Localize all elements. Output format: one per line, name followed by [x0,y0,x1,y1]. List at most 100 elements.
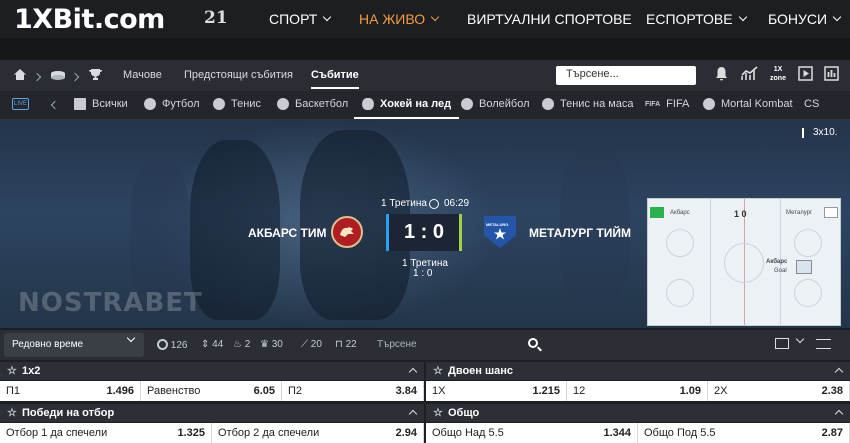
nav-bonuses[interactable]: БОНУСИ [768,11,842,27]
tab-mortal-kombat[interactable]: Mortal Kombat [703,98,793,110]
nav-esports[interactable]: ЕСПОРТОВЕ [646,11,747,27]
chevron-up-icon[interactable] [834,409,844,419]
collapse-all-icon[interactable] [816,339,831,349]
outcome-odds: 2.87 [821,427,843,439]
outcome-odds: 1.496 [106,385,134,397]
period-select[interactable]: Редовно време [4,333,144,357]
live-icon[interactable]: LIVE [12,98,29,110]
tab-table-tennis[interactable]: Тенис на маса [542,98,634,110]
breadcrumb-upcoming-events[interactable]: Предстоящи събития [184,69,293,81]
rink-tracker: Акбарс 1 0 Металург Акбарс Goal [647,198,841,326]
search-input[interactable]: Търсене... [556,66,696,85]
hockey-puck-icon[interactable] [50,68,66,82]
bell-icon[interactable] [715,66,728,84]
grid-icon [74,98,86,110]
watermark-logo: NOSTRABET [18,288,203,318]
tab-label: Хокей на лед [380,98,452,110]
chevron-down-icon [738,12,747,22]
odds-cell[interactable]: Отбор 1 да спечели 1.325 [0,423,212,443]
market-search-input[interactable]: Търсене [375,335,545,355]
filter-all-markets[interactable]: 126 [157,339,187,351]
tab-label: CS [804,98,820,110]
layout-columns-icon[interactable] [775,338,789,349]
target-icon [157,339,168,350]
goal-net-icon [796,260,812,274]
market-header-1x2[interactable]: ☆ 1x2 [0,362,424,380]
filter-stick[interactable]: ⟋ 20 [301,339,322,350]
nav-virtual-sports[interactable]: ВИРТУАЛНИ СПОРТОВЕ [467,11,632,27]
filter-goal[interactable]: ⊓ 22 [335,339,357,350]
rink-team1: Акбарс [670,210,690,216]
breadcrumb-event[interactable]: Събитие [311,69,359,89]
chevron-up-icon[interactable] [408,367,418,377]
zone-button[interactable]: 1X zone [768,65,788,85]
hockey-player-image [130,160,190,300]
outcome-label: Общо Под 5.5 [644,427,716,439]
rink-score: 1 0 [734,209,747,219]
star-icon[interactable]: ☆ [433,406,443,419]
tab-all[interactable]: Всички [74,98,128,110]
outcome-label: Равенство [147,385,201,397]
info-icon[interactable] [802,128,806,138]
tab-ice-hockey[interactable]: Хокей на лед [353,98,460,119]
filter-count: 20 [310,339,322,350]
outcome-odds: 1.215 [532,385,560,397]
outcome-label: 2X [714,385,728,397]
odds-cell[interactable]: Равенство 6.05 [141,381,282,401]
chevron-up-icon[interactable] [834,367,844,377]
video-play-icon[interactable] [798,66,813,84]
outcome-label: П2 [288,385,303,397]
period-top: 1 Третина [381,198,427,209]
site-logo[interactable]: 1XBit.com [14,4,165,35]
odds-cell[interactable]: 2X 2.38 [708,381,850,401]
star-icon[interactable]: ☆ [433,364,443,377]
basketball-icon [277,98,289,110]
chevron-up-icon[interactable] [408,409,418,419]
match-clock: 06:29 [444,198,470,209]
odds-cell[interactable]: П2 3.84 [282,381,424,401]
outcome-label: 1X [432,385,446,397]
tennis-ball-icon [213,98,225,110]
filter-hot[interactable]: ♨ 2 [233,339,250,350]
home-icon[interactable] [13,67,27,81]
tab-label: Волейбол [479,98,530,110]
team1-jersey-icon [650,207,664,218]
cup-icon: ♛ [260,339,269,350]
market-header-double-chance[interactable]: ☆ Двоен шанс [426,362,850,380]
tab-basketball[interactable]: Баскетбол [277,98,348,110]
faceoff-circle [794,229,822,257]
nav-live[interactable]: НА ЖИВО [359,11,440,27]
tab-cs[interactable]: CS [804,98,819,110]
market-header-total[interactable]: ☆ Общо [426,404,850,422]
breadcrumb-matches[interactable]: Мачове [123,69,162,81]
star-icon[interactable]: ☆ [7,364,17,377]
star-icon[interactable]: ☆ [7,406,17,419]
faceoff-circle [666,279,694,307]
tab-fifa[interactable]: FIFA FIFA [645,98,689,110]
nav-live-label: НА ЖИВО [359,11,426,27]
match-format: 3x10. [813,127,838,138]
chevron-down-icon [832,12,842,22]
search-icon[interactable] [528,338,538,348]
bar-chart-icon[interactable] [824,66,839,84]
odds-cell[interactable]: 1X 1.215 [426,381,567,401]
filter-main[interactable]: ⇕ 44 [201,339,223,350]
team2-jersey-icon [824,207,838,218]
market-header-team-wins[interactable]: ☆ Победи на отбор [0,404,424,422]
odds-cell[interactable]: 12 1.09 [567,381,708,401]
tab-volleyball[interactable]: Волейбол [461,98,530,110]
odds-cell[interactable]: Общо Над 5.5 1.344 [426,423,638,443]
odds-cell[interactable]: Отбор 2 да спечели 2.94 [212,423,424,443]
rink-event-team: Акбарс [766,259,788,265]
team1-logo [331,216,363,248]
trophy-icon[interactable] [88,67,103,81]
odds-cell[interactable]: П1 1.496 [0,381,141,401]
nav-sport[interactable]: СПОРТ [269,11,332,27]
stats-chart-icon[interactable] [741,66,759,84]
tab-tennis[interactable]: Тенис [213,98,261,110]
tab-label: Mortal Kombat [721,98,793,110]
hockey-puck-icon [362,98,374,110]
filter-cup[interactable]: ♛ 30 [260,339,283,350]
tab-football[interactable]: Футбол [144,98,200,110]
odds-cell[interactable]: Общо Под 5.5 2.87 [638,423,850,443]
